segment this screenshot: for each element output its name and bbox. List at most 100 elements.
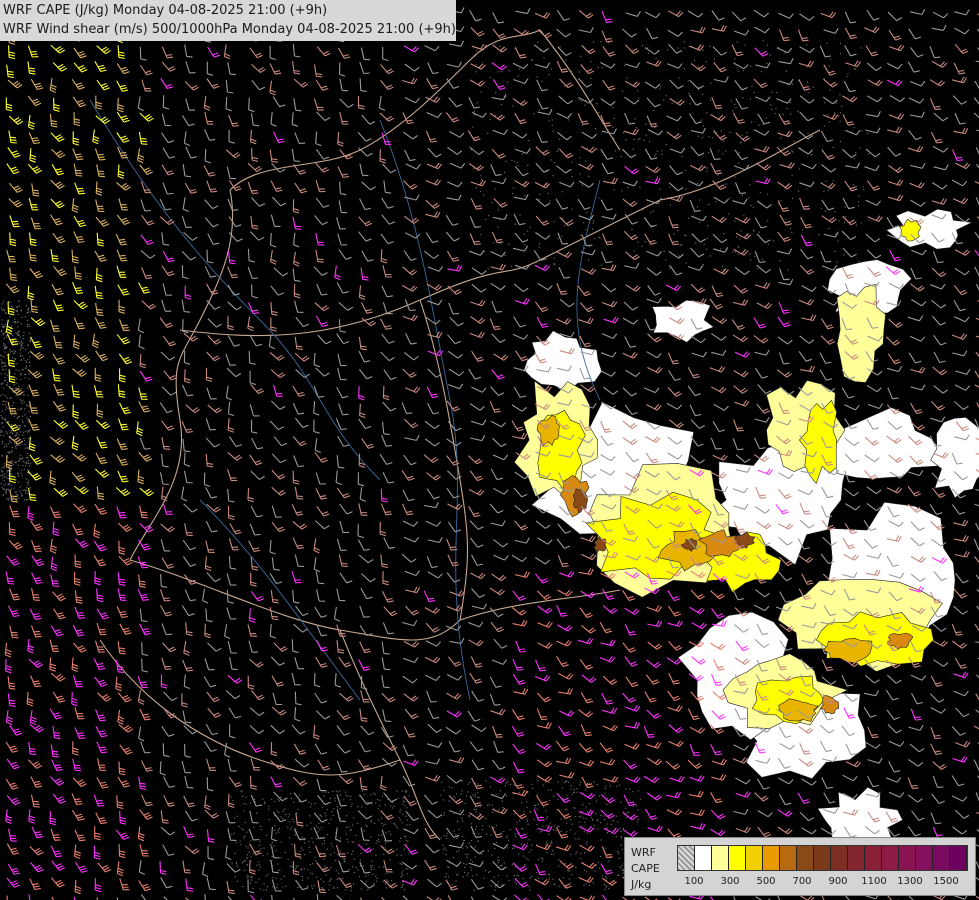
hatch-dot (16, 378, 18, 380)
hatch-dot (484, 870, 487, 872)
hatch-dot (647, 52, 649, 54)
hatch-dot (473, 889, 475, 891)
hatch-dot (791, 231, 793, 233)
hatch-dot (24, 377, 26, 379)
hatch-dot (461, 780, 463, 782)
hatch-dot (592, 41, 595, 43)
hatch-dot (476, 874, 478, 876)
hatch-dot (5, 406, 8, 408)
legend-swatch (712, 846, 729, 870)
hatch-dot (3, 446, 6, 448)
hatch-dot (733, 103, 736, 105)
hatch-dot (5, 431, 7, 433)
hatch-dot (2, 368, 4, 370)
hatch-dot (277, 863, 279, 865)
hatch-dot (789, 228, 792, 230)
hatch-dot (14, 462, 16, 464)
hatch-dot (834, 250, 836, 252)
hatch-dot (546, 841, 548, 843)
hatch-dot (267, 873, 269, 875)
legend-tick-label: 100 (684, 876, 704, 887)
hatch-dot (442, 844, 444, 846)
hatch-dot (806, 44, 808, 46)
hatch-dot (578, 71, 580, 73)
hatch-dot (402, 874, 404, 876)
hatch-dot (21, 408, 23, 410)
hatch-dot (28, 373, 30, 375)
hatch-dot (249, 802, 252, 804)
hatch-dot (489, 77, 491, 79)
hatch-dot (375, 854, 377, 856)
hatch-dot (21, 475, 23, 477)
hatch-dot (644, 240, 646, 243)
hatch-dot (384, 883, 386, 885)
hatch-dot (362, 790, 364, 792)
hatch-dot (21, 359, 23, 361)
hatch-dot (3, 345, 5, 347)
hatch-dot (807, 132, 809, 135)
hatch-dot (17, 464, 20, 466)
hatch-dot (22, 369, 24, 371)
hatch-dot (256, 812, 258, 814)
hatch-dot (371, 860, 373, 862)
hatch-dot (622, 90, 624, 92)
hatch-dot (729, 131, 731, 133)
hatch-dot (823, 125, 825, 127)
hatch-dot (12, 426, 14, 428)
hatch-dot (550, 159, 552, 161)
hatch-dot (741, 134, 743, 136)
hatch-dot (350, 887, 353, 889)
hatch-dot (499, 45, 501, 47)
hatch-dot (490, 885, 492, 887)
hatch-dot (497, 226, 499, 228)
hatch-dot (409, 824, 411, 826)
hatch-dot (762, 124, 764, 126)
hatch-dot (623, 65, 626, 67)
hatch-dot (673, 233, 675, 235)
hatch-dot (604, 819, 606, 821)
hatch-dot (27, 453, 29, 455)
hatch-dot (389, 859, 391, 861)
hatch-dot (407, 840, 409, 843)
hatch-dot (5, 476, 7, 478)
hatch-dot (760, 71, 763, 73)
hatch-dot (260, 828, 262, 831)
hatch-dot (22, 457, 24, 459)
hatch-dot (19, 349, 21, 351)
hatch-dot (447, 866, 449, 868)
hatch-dot (318, 822, 320, 825)
hatch-dot (551, 124, 553, 126)
hatch-dot (736, 236, 738, 238)
hatch-dot (531, 844, 533, 846)
hatch-dot (825, 180, 827, 182)
hatch-dot (606, 797, 608, 799)
hatch-dot (491, 804, 493, 806)
hatch-dot (13, 487, 15, 489)
hatch-dot (469, 781, 471, 783)
hatch-dot (582, 804, 584, 806)
hatch-dot (461, 836, 463, 838)
hatch-dot (475, 71, 477, 73)
hatch-dot (654, 126, 656, 129)
hatch-dot (497, 209, 500, 211)
hatch-dot (625, 807, 627, 809)
hatch-dot (20, 343, 22, 345)
hatch-dot (15, 394, 17, 397)
hatch-dot (519, 214, 521, 216)
hatch-dot (539, 243, 541, 245)
hatch-dot (328, 880, 330, 882)
hatch-dot (559, 46, 561, 48)
hatch-dot (17, 494, 19, 496)
hatch-dot (384, 823, 386, 825)
hatch-dot (18, 425, 20, 427)
hatch-dot (10, 442, 12, 444)
hatch-dot (598, 236, 600, 238)
hatch-dot (308, 840, 310, 842)
hatch-dot (460, 793, 462, 795)
legend-swatch (746, 846, 763, 870)
hatch-dot (302, 849, 304, 851)
hatch-dot (282, 886, 284, 888)
hatch-dot (443, 812, 446, 814)
hatch-dot (620, 156, 622, 158)
hatch-dot (549, 200, 551, 202)
